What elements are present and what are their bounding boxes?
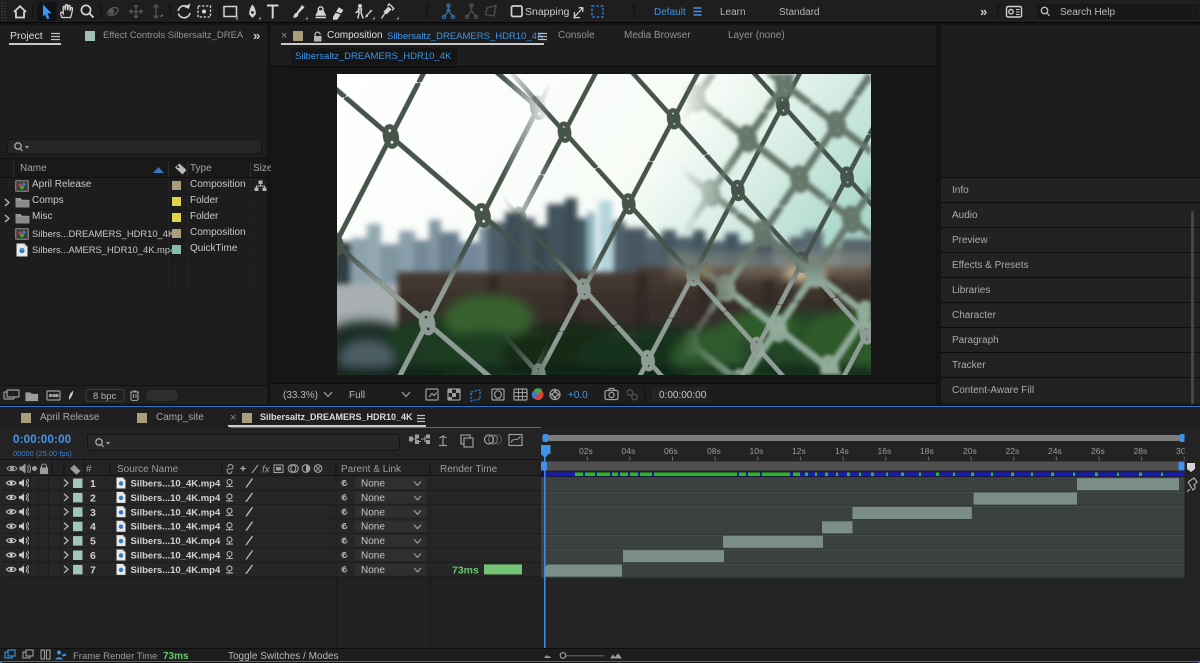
svg-text:20s: 20s bbox=[963, 446, 977, 456]
svg-text:Frame Render Time: Frame Render Time bbox=[73, 651, 157, 662]
svg-text:24s: 24s bbox=[1048, 446, 1062, 456]
svg-text:Full: Full bbox=[349, 390, 365, 401]
svg-text:30: 30 bbox=[1176, 446, 1186, 456]
svg-text:06s: 06s bbox=[664, 446, 678, 456]
svg-text:+0.0: +0.0 bbox=[568, 390, 588, 401]
svg-text:73ms: 73ms bbox=[163, 651, 189, 662]
svg-text:3: 3 bbox=[90, 507, 96, 519]
svg-text:08s: 08s bbox=[707, 446, 721, 456]
svg-text:10s: 10s bbox=[750, 446, 764, 456]
svg-text:Default: Default bbox=[654, 7, 686, 18]
svg-text:Toggle Switches / Modes: Toggle Switches / Modes bbox=[228, 651, 339, 662]
svg-text:12s: 12s bbox=[792, 446, 806, 456]
svg-text:fx: fx bbox=[262, 465, 271, 476]
svg-text:Search Help: Search Help bbox=[1060, 7, 1115, 18]
svg-text:#: # bbox=[86, 464, 92, 475]
svg-text:4: 4 bbox=[90, 521, 96, 533]
svg-text:Snapping: Snapping bbox=[525, 6, 570, 18]
svg-text:»: » bbox=[980, 4, 987, 19]
svg-text:02s: 02s bbox=[579, 446, 593, 456]
svg-text:22s: 22s bbox=[1006, 446, 1020, 456]
svg-text:16s: 16s bbox=[878, 446, 892, 456]
svg-text:04s: 04s bbox=[622, 446, 636, 456]
svg-text:Learn: Learn bbox=[720, 7, 746, 18]
svg-text:2: 2 bbox=[90, 492, 96, 504]
svg-text:28s: 28s bbox=[1134, 446, 1148, 456]
svg-text:6: 6 bbox=[90, 550, 96, 562]
svg-text:Standard: Standard bbox=[779, 7, 820, 18]
svg-text:8 bpc: 8 bpc bbox=[93, 391, 116, 402]
svg-text:0:00:00:00: 0:00:00:00 bbox=[659, 390, 707, 401]
svg-text:26s: 26s bbox=[1091, 446, 1105, 456]
svg-text:18s: 18s bbox=[920, 446, 934, 456]
svg-text:Parent & Link: Parent & Link bbox=[341, 464, 402, 475]
svg-text:14s: 14s bbox=[835, 446, 849, 456]
svg-text:73ms: 73ms bbox=[452, 564, 479, 576]
svg-text:1: 1 bbox=[90, 478, 96, 490]
svg-text:5: 5 bbox=[90, 536, 96, 548]
svg-text:Source Name: Source Name bbox=[117, 464, 179, 475]
svg-text:(33.3%): (33.3%) bbox=[283, 390, 318, 401]
svg-text:7: 7 bbox=[90, 564, 96, 576]
svg-text:Render Time: Render Time bbox=[440, 464, 498, 475]
